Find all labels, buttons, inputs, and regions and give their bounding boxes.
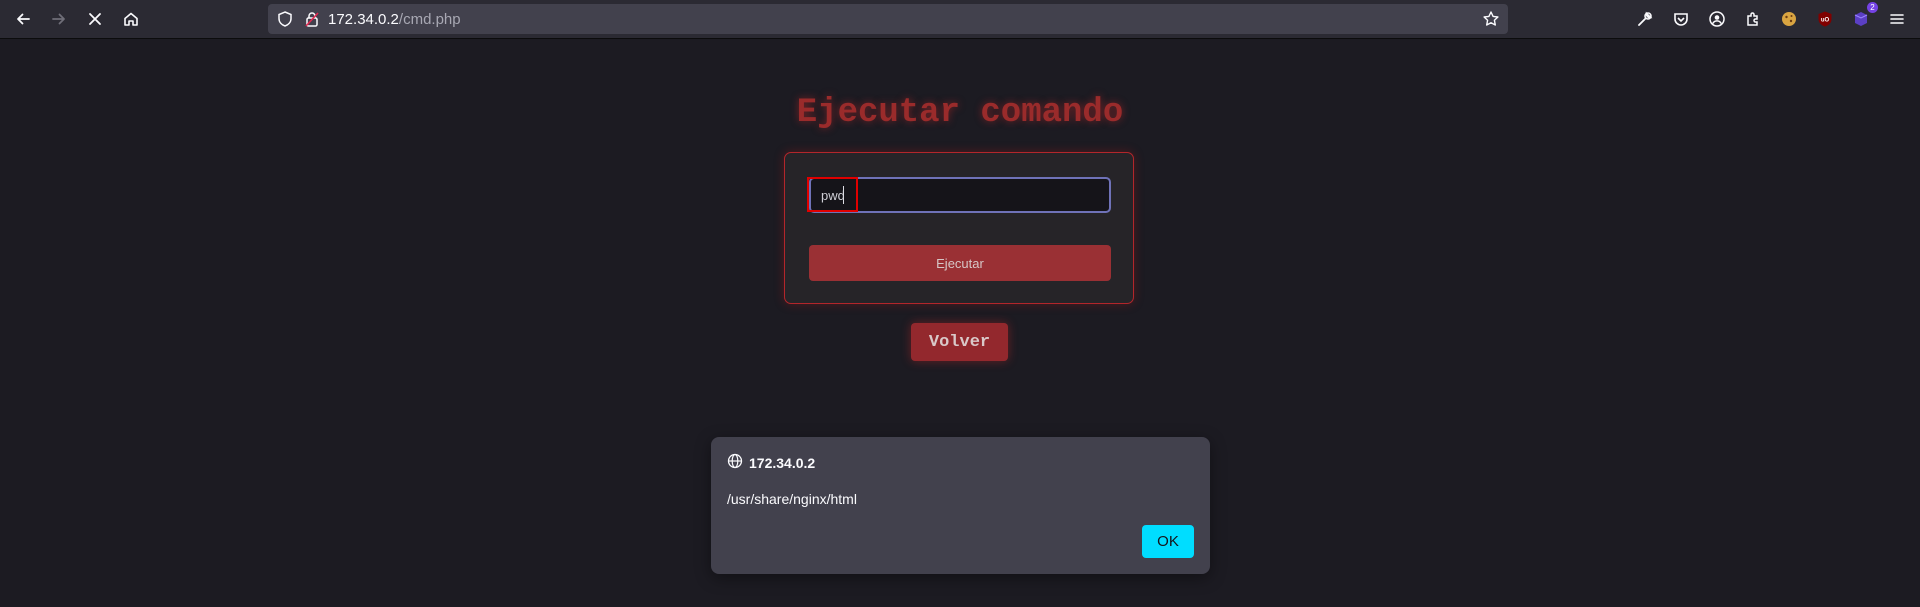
pocket-icon[interactable] [1669,7,1693,31]
url-host: 172.34.0.2 [328,11,399,28]
browser-toolbar: 172.34.0.2/cmd.php uO 2 [0,0,1920,39]
url-path: /cmd.php [398,11,461,28]
url-text: 172.34.0.2/cmd.php [328,11,461,28]
command-form: Ejecutar [784,152,1134,304]
ublock-origin-icon[interactable]: uO [1813,7,1837,31]
back-button[interactable]: Volver [911,323,1008,361]
home-icon[interactable] [119,7,143,31]
account-icon[interactable] [1705,7,1729,31]
page-title: Ejecutar comando [796,94,1124,132]
alert-dialog: 172.34.0.2 /usr/share/nginx/html OK [711,437,1210,574]
cookie-extension-icon[interactable] [1777,7,1801,31]
dialog-origin-text: 172.34.0.2 [749,454,816,471]
back-arrow-icon[interactable] [11,7,35,31]
forward-arrow-icon[interactable] [47,7,71,31]
globe-icon [727,453,743,472]
extension-badge-icon[interactable]: 2 [1849,2,1878,31]
hamburger-menu-icon[interactable] [1885,7,1909,31]
insecure-lock-icon[interactable] [303,10,321,32]
ok-button[interactable]: OK [1142,525,1194,558]
svg-text:uO: uO [1821,18,1830,24]
stop-loading-icon[interactable] [83,7,107,31]
tracking-shield-icon[interactable] [276,10,294,32]
command-input[interactable] [809,177,1111,213]
bookmark-star-icon[interactable] [1482,10,1500,32]
extension-badge-count: 2 [1867,2,1878,13]
dialog-origin: 172.34.0.2 [727,453,815,472]
execute-button[interactable]: Ejecutar [809,245,1111,281]
wrench-icon[interactable] [1633,7,1657,31]
url-bar[interactable]: 172.34.0.2/cmd.php [268,4,1508,34]
dialog-message: /usr/share/nginx/html [727,491,857,507]
text-caret [843,186,844,204]
extensions-puzzle-icon[interactable] [1741,7,1765,31]
